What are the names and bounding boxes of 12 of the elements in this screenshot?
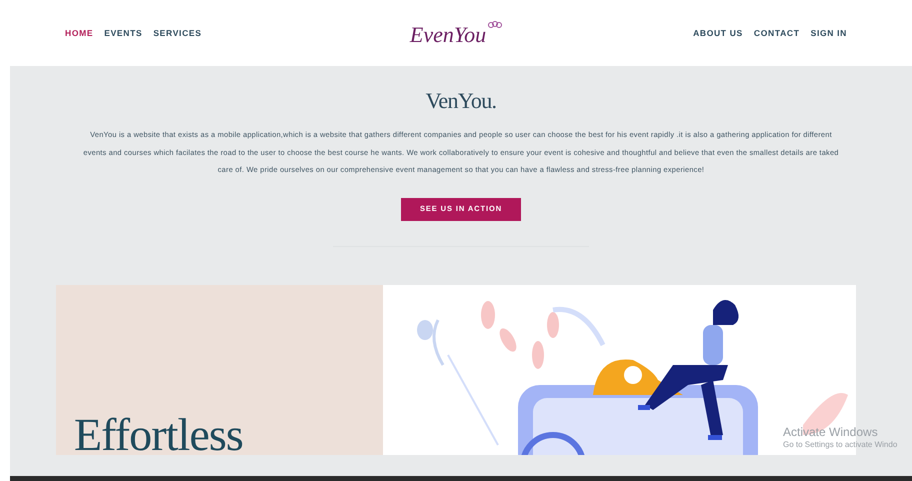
nav-link[interactable]: SIGN IN: [810, 26, 847, 40]
flower-icon: [488, 20, 502, 30]
nav-link[interactable]: ABOUT US: [693, 26, 743, 40]
activation-text: Go to Settings to activate Windo: [783, 440, 898, 450]
activation-title: Activate Windows: [783, 425, 879, 440]
nav-link[interactable]: CONTACT: [754, 26, 800, 40]
feature-heading: Effortless: [74, 414, 243, 454]
nav-link[interactable]: HOME: [65, 26, 94, 40]
intro-title: VenYou.: [426, 90, 496, 112]
nav-link[interactable]: SERVICES: [153, 26, 202, 40]
logo[interactable]: EvenYou: [410, 24, 502, 46]
nav-link[interactable]: EVENTS: [104, 26, 142, 40]
